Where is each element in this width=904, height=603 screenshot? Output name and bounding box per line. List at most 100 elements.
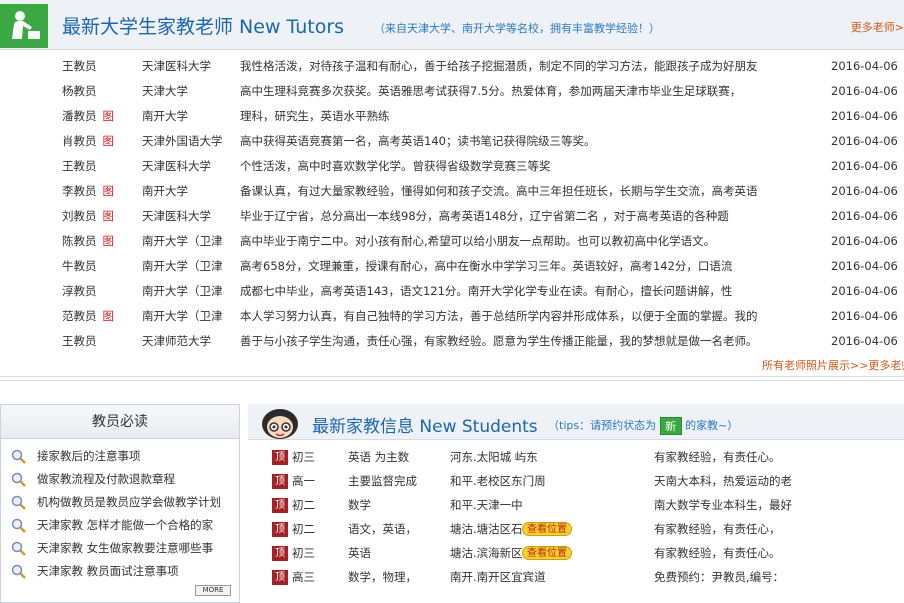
- tutor-name[interactable]: 牛教员: [62, 254, 142, 279]
- table-row[interactable]: 王教员 天津医科大学 个性活泼，高中时喜欢数学化学。曾获得省级数学竞赛三等奖 2016…: [0, 154, 904, 179]
- guide-item-label[interactable]: 接家教后的注意事项: [37, 449, 141, 463]
- tutor-school: 南开大学: [142, 109, 188, 123]
- tutor-description[interactable]: 个性活泼，高中时喜欢数学化学。曾获得省级数学竞赛三等奖: [240, 154, 812, 179]
- photo-icon[interactable]: 图: [103, 234, 115, 248]
- tutor-name[interactable]: 王教员: [62, 154, 142, 179]
- tutor-name[interactable]: 范教员图: [62, 304, 142, 329]
- list-item[interactable]: 天津家教 女生做家教要注意哪些事: [1, 537, 239, 560]
- tutor-description[interactable]: 高中生理科竞赛多次获奖。英语雅思考试获得7.5分。热爱体育，参加两届天津市毕业生…: [240, 79, 812, 104]
- tutor-description[interactable]: 本人学习努力认真，有自己独特的学习方法，善于总结所学内容并形成体系，以便于全面的…: [240, 304, 812, 329]
- tutor-name[interactable]: 肖教员图: [62, 129, 142, 154]
- tutor-name[interactable]: 王教员: [62, 329, 142, 354]
- magnifier-icon: [11, 472, 27, 491]
- guide-item-label[interactable]: 做家教流程及付款退款章程: [37, 472, 175, 486]
- more-teachers-link[interactable]: 更多老师>: [851, 19, 904, 35]
- student-avatar-icon: [258, 406, 302, 443]
- tutor-description[interactable]: 高中获得英语竞赛第一名，高考英语140；读书笔记获得院级三等奖。: [240, 129, 812, 154]
- student-requirement[interactable]: 有家教经验，有责任心，: [654, 517, 854, 541]
- tutor-description[interactable]: 成都七中毕业，高考英语143，语文121分。南开大学化学专业在读。有耐心，擅长问…: [240, 279, 812, 304]
- guide-item-label[interactable]: 天津家教 教员面试注意事项: [37, 564, 179, 578]
- tutor-school: 天津师范大学: [142, 334, 211, 348]
- guide-item-label[interactable]: 机构做教员是教员应学会做教学计划: [37, 495, 221, 509]
- table-row[interactable]: 肖教员图天津外国语大学 高中获得英语竞赛第一名，高考英语140；读书笔记获得院级三…: [0, 129, 904, 154]
- table-row[interactable]: 顶初二语文，英语，塘沽.塘沽区石油新查看位置有家教经验，有责任心，新: [272, 517, 904, 541]
- tutor-date: 2016-04-06: [831, 184, 898, 198]
- tutors-header: 最新大学生家教老师 New Tutors （来自天津大学、南开大学等名校，拥有丰…: [0, 0, 904, 50]
- list-item[interactable]: 接家教后的注意事项: [1, 445, 239, 468]
- top-badge: 顶: [272, 498, 288, 513]
- student-requirement[interactable]: 天南大本科，热爱运动的老: [654, 469, 854, 493]
- tutor-description[interactable]: 善于与小孩子学生沟通，责任心强，有家教经验。愿意为学生传播正能量，我的梦想就是做…: [240, 329, 812, 354]
- table-row[interactable]: 牛教员 南开大学（卫津 高考658分，文理兼重，授课有耐心，高中在衡水中学学习三年。…: [0, 254, 904, 279]
- student-address: 河东.太阳城 屿东: [450, 450, 538, 464]
- tutor-name[interactable]: 陈教员图: [62, 229, 142, 254]
- photo-icon[interactable]: 图: [103, 309, 115, 323]
- student-subject: 语文，英语，: [348, 522, 417, 536]
- guide-more-button[interactable]: MORE: [195, 585, 231, 596]
- magnifier-icon: [11, 449, 27, 468]
- table-row[interactable]: 顶初三英语 为主数河东.太阳城 屿东有家教经验，有责任心。新: [272, 445, 904, 469]
- tutor-description[interactable]: 理科，研究生，英语水平熟练: [240, 104, 812, 129]
- table-row[interactable]: 陈教员图南开大学（卫津 高中毕业于南宁二中。对小孩有耐心,希望可以给小朋友一点帮助…: [0, 229, 904, 254]
- list-item[interactable]: 机构做教员是教员应学会做教学计划: [1, 491, 239, 514]
- tutor-name[interactable]: 杨教员: [62, 79, 142, 104]
- tutor-date: 2016-04-06: [831, 209, 898, 223]
- tutor-school: 天津医科大学: [142, 59, 211, 73]
- guide-item-label[interactable]: 天津家教 女生做家教要注意哪些事: [37, 541, 213, 555]
- guide-item-label[interactable]: 天津家教 怎样才能做一个合格的家: [37, 518, 213, 532]
- tutor-description[interactable]: 我性格活泼，对待孩子温和有耐心，善于给孩子挖掘潜质，制定不同的学习方法，能跟孩子…: [240, 54, 812, 79]
- table-row[interactable]: 王教员 天津医科大学 我性格活泼，对待孩子温和有耐心，善于给孩子挖掘潜质，制定不同的…: [0, 54, 904, 79]
- table-row[interactable]: 顶高一主要监督完成和平.老校区东门周天南大本科，热爱运动的老新: [272, 469, 904, 493]
- student-requirement[interactable]: 免费预约：尹教员,编号：: [654, 565, 854, 589]
- tutor-school: 南开大学（卫津: [142, 259, 223, 273]
- table-row[interactable]: 顶高三数学，物理，南开.南开区宜宾道免费预约：尹教员,编号：新: [272, 565, 904, 589]
- student-grade: 初二: [292, 498, 315, 512]
- tutor-name[interactable]: 王教员: [62, 54, 142, 79]
- top-badge: 顶: [272, 570, 288, 585]
- tutor-name[interactable]: 刘教员图: [62, 204, 142, 229]
- tips-prefix: （tips：请预约状态为: [548, 419, 657, 432]
- tutor-school: 天津医科大学: [142, 159, 211, 173]
- tutor-name[interactable]: 潘教员图: [62, 104, 142, 129]
- student-requirement[interactable]: 有家教经验，有责任心。: [654, 541, 854, 565]
- students-header: 最新家教信息 New Students （tips：请预约状态为 新 的家教~）: [248, 404, 904, 440]
- tutor-school: 南开大学（卫津: [142, 284, 223, 298]
- list-item[interactable]: 天津家教 教员面试注意事项: [1, 560, 239, 583]
- tutor-description[interactable]: 备课认真，有过大量家教经验，懂得如何和孩子交流。高中三年担任班长，长期与学生交流…: [240, 179, 812, 204]
- list-item[interactable]: 做家教流程及付款退款章程: [1, 468, 239, 491]
- tutor-description[interactable]: 高考658分，文理兼重，授课有耐心，高中在衡水中学学习三年。英语较好，高考142…: [240, 254, 812, 279]
- photo-icon[interactable]: 图: [103, 109, 115, 123]
- student-subject: 英语 为主数: [348, 450, 410, 464]
- photo-icon[interactable]: 图: [103, 209, 115, 223]
- view-location-button[interactable]: 查看位置: [522, 522, 572, 536]
- tutor-date: 2016-04-06: [831, 59, 898, 73]
- table-row[interactable]: 王教员 天津师范大学 善于与小孩子学生沟通，责任心强，有家教经验。愿意为学生传播正能…: [0, 329, 904, 354]
- magnifier-icon: [11, 495, 27, 514]
- tutor-name[interactable]: 淳教员: [62, 279, 142, 304]
- student-requirement[interactable]: 有家教经验，有责任心。: [654, 445, 854, 469]
- table-row[interactable]: 范教员图南开大学（卫津 本人学习努力认真，有自己独特的学习方法，善于总结所学内容并…: [0, 304, 904, 329]
- table-row[interactable]: 顶初三英语塘沽.滨海新区中新查看位置有家教经验，有责任心。新: [272, 541, 904, 565]
- top-badge: 顶: [272, 474, 288, 489]
- tutor-description[interactable]: 毕业于辽宁省，总分高出一本线98分，高考英语148分，辽宁省第二名 ，对于高考英…: [240, 204, 812, 229]
- photo-icon[interactable]: 图: [103, 134, 115, 148]
- tutor-name[interactable]: 李教员图: [62, 179, 142, 204]
- table-row[interactable]: 顶初二数学和平.天津一中南大数学专业本科生，最好新: [272, 493, 904, 517]
- tutor-date: 2016-04-06: [831, 284, 898, 298]
- view-location-button[interactable]: 查看位置: [522, 546, 572, 560]
- table-row[interactable]: 刘教员图天津医科大学 毕业于辽宁省，总分高出一本线98分，高考英语148分，辽宁省…: [0, 204, 904, 229]
- student-subject: 数学: [348, 498, 371, 512]
- teacher-photos-link[interactable]: 所有老师照片展示>>更多老师: [762, 357, 904, 373]
- guide-title: 教员必读: [1, 405, 239, 439]
- student-requirement[interactable]: 南大数学专业本科生，最好: [654, 493, 854, 517]
- list-item[interactable]: 天津家教 怎样才能做一个合格的家: [1, 514, 239, 537]
- table-row[interactable]: 李教员图南开大学 备课认真，有过大量家教经验，懂得如何和孩子交流。高中三年担任班长…: [0, 179, 904, 204]
- table-row[interactable]: 潘教员图南开大学 理科，研究生，英语水平熟练 2016-04-06: [0, 104, 904, 129]
- table-row[interactable]: 淳教员 南开大学（卫津 成都七中毕业，高考英语143，语文121分。南开大学化学专业…: [0, 279, 904, 304]
- students-tips: （tips：请预约状态为 新 的家教~）: [548, 417, 738, 435]
- photo-icon[interactable]: 图: [103, 184, 115, 198]
- tutor-description[interactable]: 高中毕业于南宁二中。对小孩有耐心,希望可以给小朋友一点帮助。也可以教初高中化学语…: [240, 229, 812, 254]
- top-badge: 顶: [272, 522, 288, 537]
- tutor-list: 王教员 天津医科大学 我性格活泼，对待孩子温和有耐心，善于给孩子挖掘潜质，制定不同的…: [0, 54, 904, 354]
- table-row[interactable]: 杨教员 天津大学 高中生理科竞赛多次获奖。英语雅思考试获得7.5分。热爱体育，参加两…: [0, 79, 904, 104]
